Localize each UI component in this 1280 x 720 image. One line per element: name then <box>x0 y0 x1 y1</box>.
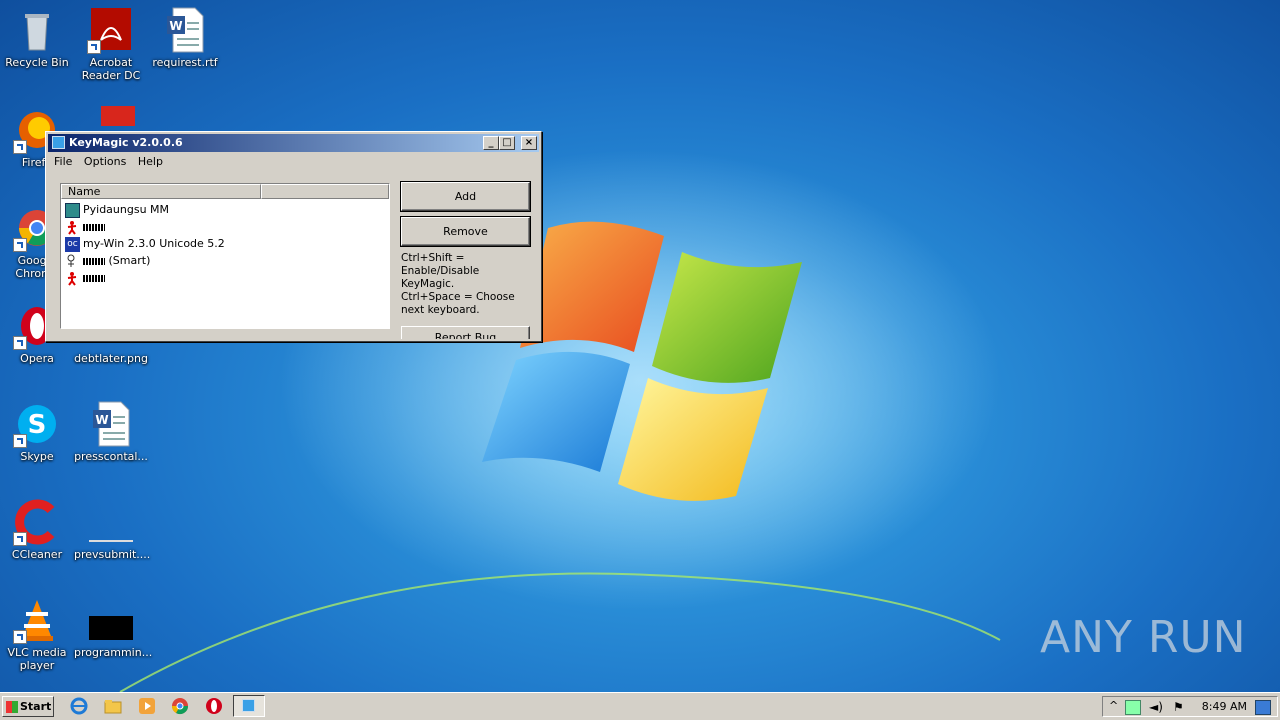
show-hidden-icons-chevron-icon[interactable]: ^ <box>1109 699 1118 712</box>
desktop-icon-ccleaner[interactable]: CCleaner <box>0 498 74 561</box>
pyidaungsu-icon <box>65 202 80 218</box>
list-item[interactable]: (Smart) <box>65 253 150 269</box>
list-item[interactable]: Pyidaungsu MM <box>65 202 169 218</box>
watermark: ANY RUN <box>1040 612 1247 663</box>
keyboard-red-figure-icon <box>65 220 80 235</box>
keymagic-window[interactable]: KeyMagic v2.0.0.6 _ □ × File Options Hel… <box>45 131 542 342</box>
unicode-label-glyphs <box>83 223 105 231</box>
shortcut-arrow-icon <box>13 532 27 546</box>
network-icon[interactable] <box>1125 700 1141 715</box>
list-item[interactable] <box>65 219 105 235</box>
internet-explorer-icon[interactable] <box>70 697 88 715</box>
vlc-icon <box>13 596 61 644</box>
menu-file[interactable]: File <box>50 154 76 169</box>
ccleaner-icon <box>13 498 61 546</box>
desktop: Recycle Bin Firefo Google Chrome Opera S… <box>0 0 1280 692</box>
unicode-label-glyphs <box>83 274 105 282</box>
svg-text:W: W <box>95 413 108 427</box>
keymagic-app-icon <box>52 136 65 149</box>
keymagic-app-icon <box>242 699 255 712</box>
maximize-button[interactable]: □ <box>499 136 515 150</box>
keyboard-list[interactable]: Name Pyidaungsu MM oc my-Win 2.3.0 Unicod… <box>60 183 390 329</box>
desktop-icon-requirest[interactable]: W requirest.rtf <box>148 6 222 69</box>
windows-logo-icon <box>6 701 18 713</box>
list-item[interactable] <box>65 270 105 286</box>
shortcut-arrow-icon <box>13 434 27 448</box>
start-button[interactable]: Start <box>2 696 54 717</box>
desktop-icon-acrobat[interactable]: Acrobat Reader DC <box>74 6 148 82</box>
shortcut-arrow-icon <box>87 40 101 54</box>
window-title: KeyMagic v2.0.0.6 <box>69 136 183 149</box>
column-header-name[interactable]: Name <box>61 184 261 199</box>
close-button[interactable]: × <box>521 136 537 150</box>
system-tray: ^ ◄) ⚑ 8:49 AM <box>1102 696 1278 717</box>
report-bug-clip: Report Bug <box>401 326 530 339</box>
desktop-icon-prevsubmit[interactable]: prevsubmit.... <box>74 498 150 561</box>
hint-enable-disable: Ctrl+Shift = Enable/Disable KeyMagic. <box>401 252 480 290</box>
image-thumbnail-icon <box>87 596 135 644</box>
desktop-icon-vlc[interactable]: VLC media player <box>0 596 74 672</box>
svg-text:W: W <box>169 19 182 33</box>
menu-help[interactable]: Help <box>134 154 167 169</box>
shortcut-arrow-icon <box>13 238 27 252</box>
report-bug-button[interactable]: Report Bug <box>401 326 530 339</box>
clock[interactable]: 8:49 AM <box>1202 700 1247 713</box>
desktop-icon-programming[interactable]: programmin... <box>74 596 152 659</box>
recycle-bin-icon <box>13 6 61 54</box>
desktop-icon-presscontal[interactable]: W presscontal... <box>74 400 148 463</box>
svg-text:S: S <box>28 410 47 440</box>
remove-button[interactable]: Remove <box>401 217 530 246</box>
word-document-icon: W <box>87 400 135 448</box>
file-thumbnail-icon <box>87 498 135 546</box>
action-center-flag-icon[interactable]: ⚑ <box>1173 700 1184 714</box>
explorer-folder-icon[interactable] <box>104 697 122 715</box>
shortcut-arrow-icon <box>13 336 27 350</box>
menu-bar: File Options Help <box>50 154 167 171</box>
desktop-icon-skype[interactable]: S Skype <box>0 400 74 463</box>
desktop-icon-recycle-bin[interactable]: Recycle Bin <box>0 6 74 69</box>
media-player-icon[interactable] <box>138 697 156 715</box>
menu-options[interactable]: Options <box>80 154 130 169</box>
acrobat-icon <box>87 6 135 54</box>
taskbar: Start ^ ◄) ⚑ 8:49 AM <box>0 692 1280 720</box>
list-item[interactable]: oc my-Win 2.3.0 Unicode 5.2 <box>65 236 225 252</box>
minimize-button[interactable]: _ <box>483 136 499 150</box>
opera-taskbar-icon[interactable] <box>205 697 223 715</box>
hint-next-keyboard: Ctrl+Space = Choose next keyboard. <box>401 291 515 316</box>
title-bar[interactable]: KeyMagic v2.0.0.6 _ □ × <box>48 134 539 152</box>
add-button[interactable]: Add <box>401 182 530 211</box>
mywin-icon: oc <box>65 236 80 252</box>
skype-icon: S <box>13 400 61 448</box>
show-desktop-icon[interactable] <box>1255 700 1271 715</box>
column-header-empty[interactable] <box>261 184 389 199</box>
unicode-label-glyphs <box>83 257 105 265</box>
volume-icon[interactable]: ◄) <box>1149 700 1163 714</box>
shortcut-arrow-icon <box>13 630 27 644</box>
keyboard-red-figure-icon <box>65 271 80 286</box>
word-document-icon: W <box>161 6 209 54</box>
keymagic-taskbar-button[interactable] <box>233 695 265 717</box>
wallpaper <box>119 150 1001 692</box>
chrome-taskbar-icon[interactable] <box>171 697 189 715</box>
smart-keyboard-icon <box>65 254 80 269</box>
shortcut-arrow-icon <box>13 140 27 154</box>
